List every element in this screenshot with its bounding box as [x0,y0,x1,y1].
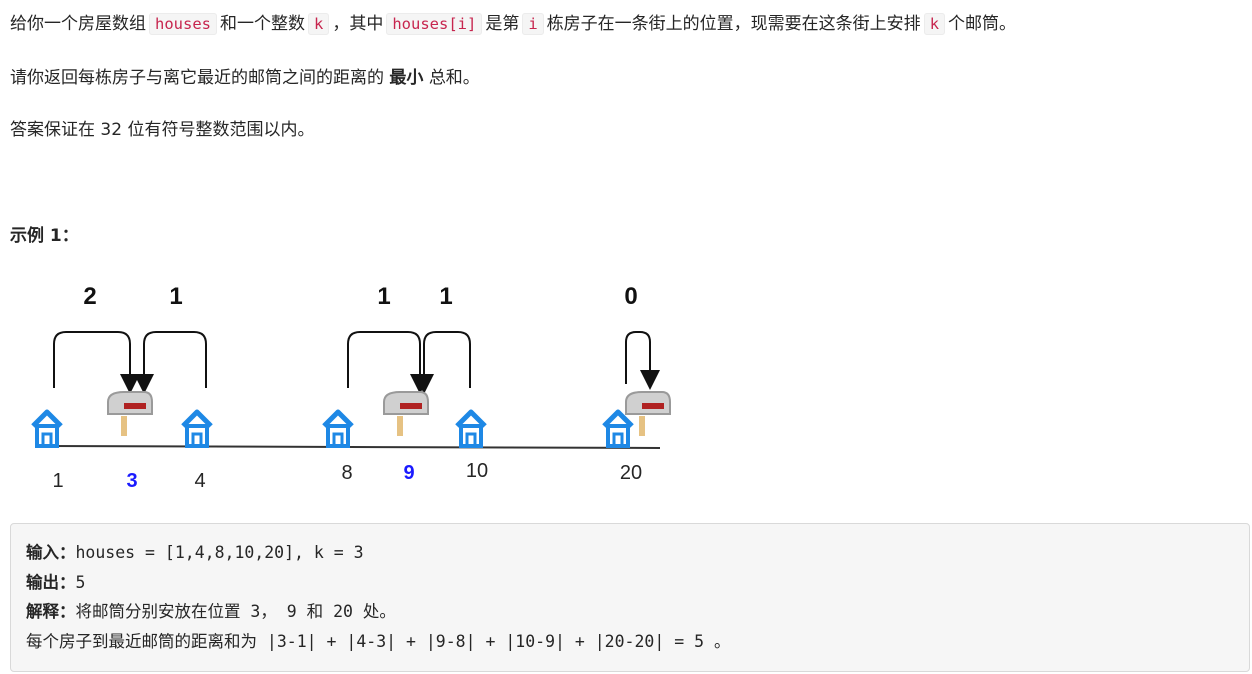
inline-code-k: k [308,13,330,35]
text-segment: 请你返回每栋房子与离它最近的邮筒之间的距离的 [10,68,384,88]
distance-label: 0 [624,283,637,310]
explanation-detail-line: 每个房子到最近邮筒的距离和为 |3-1| + |4-3| + |9-8| + |… [26,632,731,651]
mailbox-icon [107,391,153,437]
house-icon [457,412,485,446]
arrow-house4-to-mailbox3 [134,331,207,394]
text-segment: 是第 [485,14,520,34]
problem-return-statement: 请你返回每栋房子与离它最近的邮筒之间的距离的 最小 总和。 [10,66,480,90]
explanation-line: 解释：将邮筒分别安放在位置 3， 9 和 20 处。 [26,601,396,623]
example-code-block: 输入：houses = [1,4,8,10,20], k = 3 输出：5 解释… [10,523,1250,672]
inline-code-houses: houses [149,13,217,35]
explanation-text: 将邮筒分别安放在位置 3， 9 和 20 处。 [75,602,396,621]
text-segment: 总和。 [428,68,480,88]
distance-label: 1 [439,283,452,310]
distance-label: 2 [83,283,96,310]
text-segment: 给你一个房屋数组 [10,14,146,34]
output-value: 5 [75,573,86,592]
output-line: 输出：5 [26,572,85,594]
street-line [44,445,661,449]
explanation-label: 解释： [26,602,76,621]
inline-code-i: i [522,13,544,35]
inline-code-houses-i: houses[i] [386,13,483,35]
house-position-label: 1 [52,470,63,492]
mailbox-icon [383,391,429,437]
house-icon [33,412,61,446]
distance-label: 1 [377,283,390,310]
house-icon [324,412,352,446]
input-line: 输入：houses = [1,4,8,10,20], k = 3 [26,542,364,564]
mailbox-position-label: 3 [126,470,137,492]
problem-statement: 给你一个房屋数组 houses 和一个整数 k ，其中 houses[i] 是第 i 栋房子在一… [10,12,1016,36]
arrow-house20-to-mailbox20 [625,331,660,390]
mailbox-icon [625,391,671,437]
text-segment: 和一个整数 [220,14,305,34]
house-position-label: 10 [466,460,488,482]
arrow-house10-to-mailbox9 [414,331,471,394]
example-title: 示例 1： [10,226,79,246]
example-figure: 2 1 1 1 0 1 3 4 8 9 10 20 [20,276,700,496]
input-label: 输入： [26,543,76,562]
arrow-house1-to-mailbox3 [53,331,140,394]
house-icon [183,412,211,446]
house-icon [604,412,632,446]
text-segment: 个邮筒。 [948,14,1017,34]
arrow-house8-to-mailbox9 [347,331,430,394]
bold-min: 最小 [389,68,424,88]
distance-arrows [53,331,660,394]
text-segment: 栋房子在一条街上的位置，现需要在这条街上安排 [546,14,921,34]
mailbox-position-label: 9 [403,462,414,484]
output-label: 输出： [26,573,76,592]
distance-label: 1 [169,283,182,310]
house-position-label: 4 [194,470,205,492]
text-segment: ，其中 [332,14,384,34]
house-position-label: 8 [341,462,352,484]
inline-code-k: k [923,13,946,35]
house-position-label: 20 [620,462,642,484]
problem-guarantee: 答案保证在 32 位有符号整数范围以内。 [10,120,315,140]
input-value: houses = [1,4,8,10,20], k = 3 [75,543,364,562]
